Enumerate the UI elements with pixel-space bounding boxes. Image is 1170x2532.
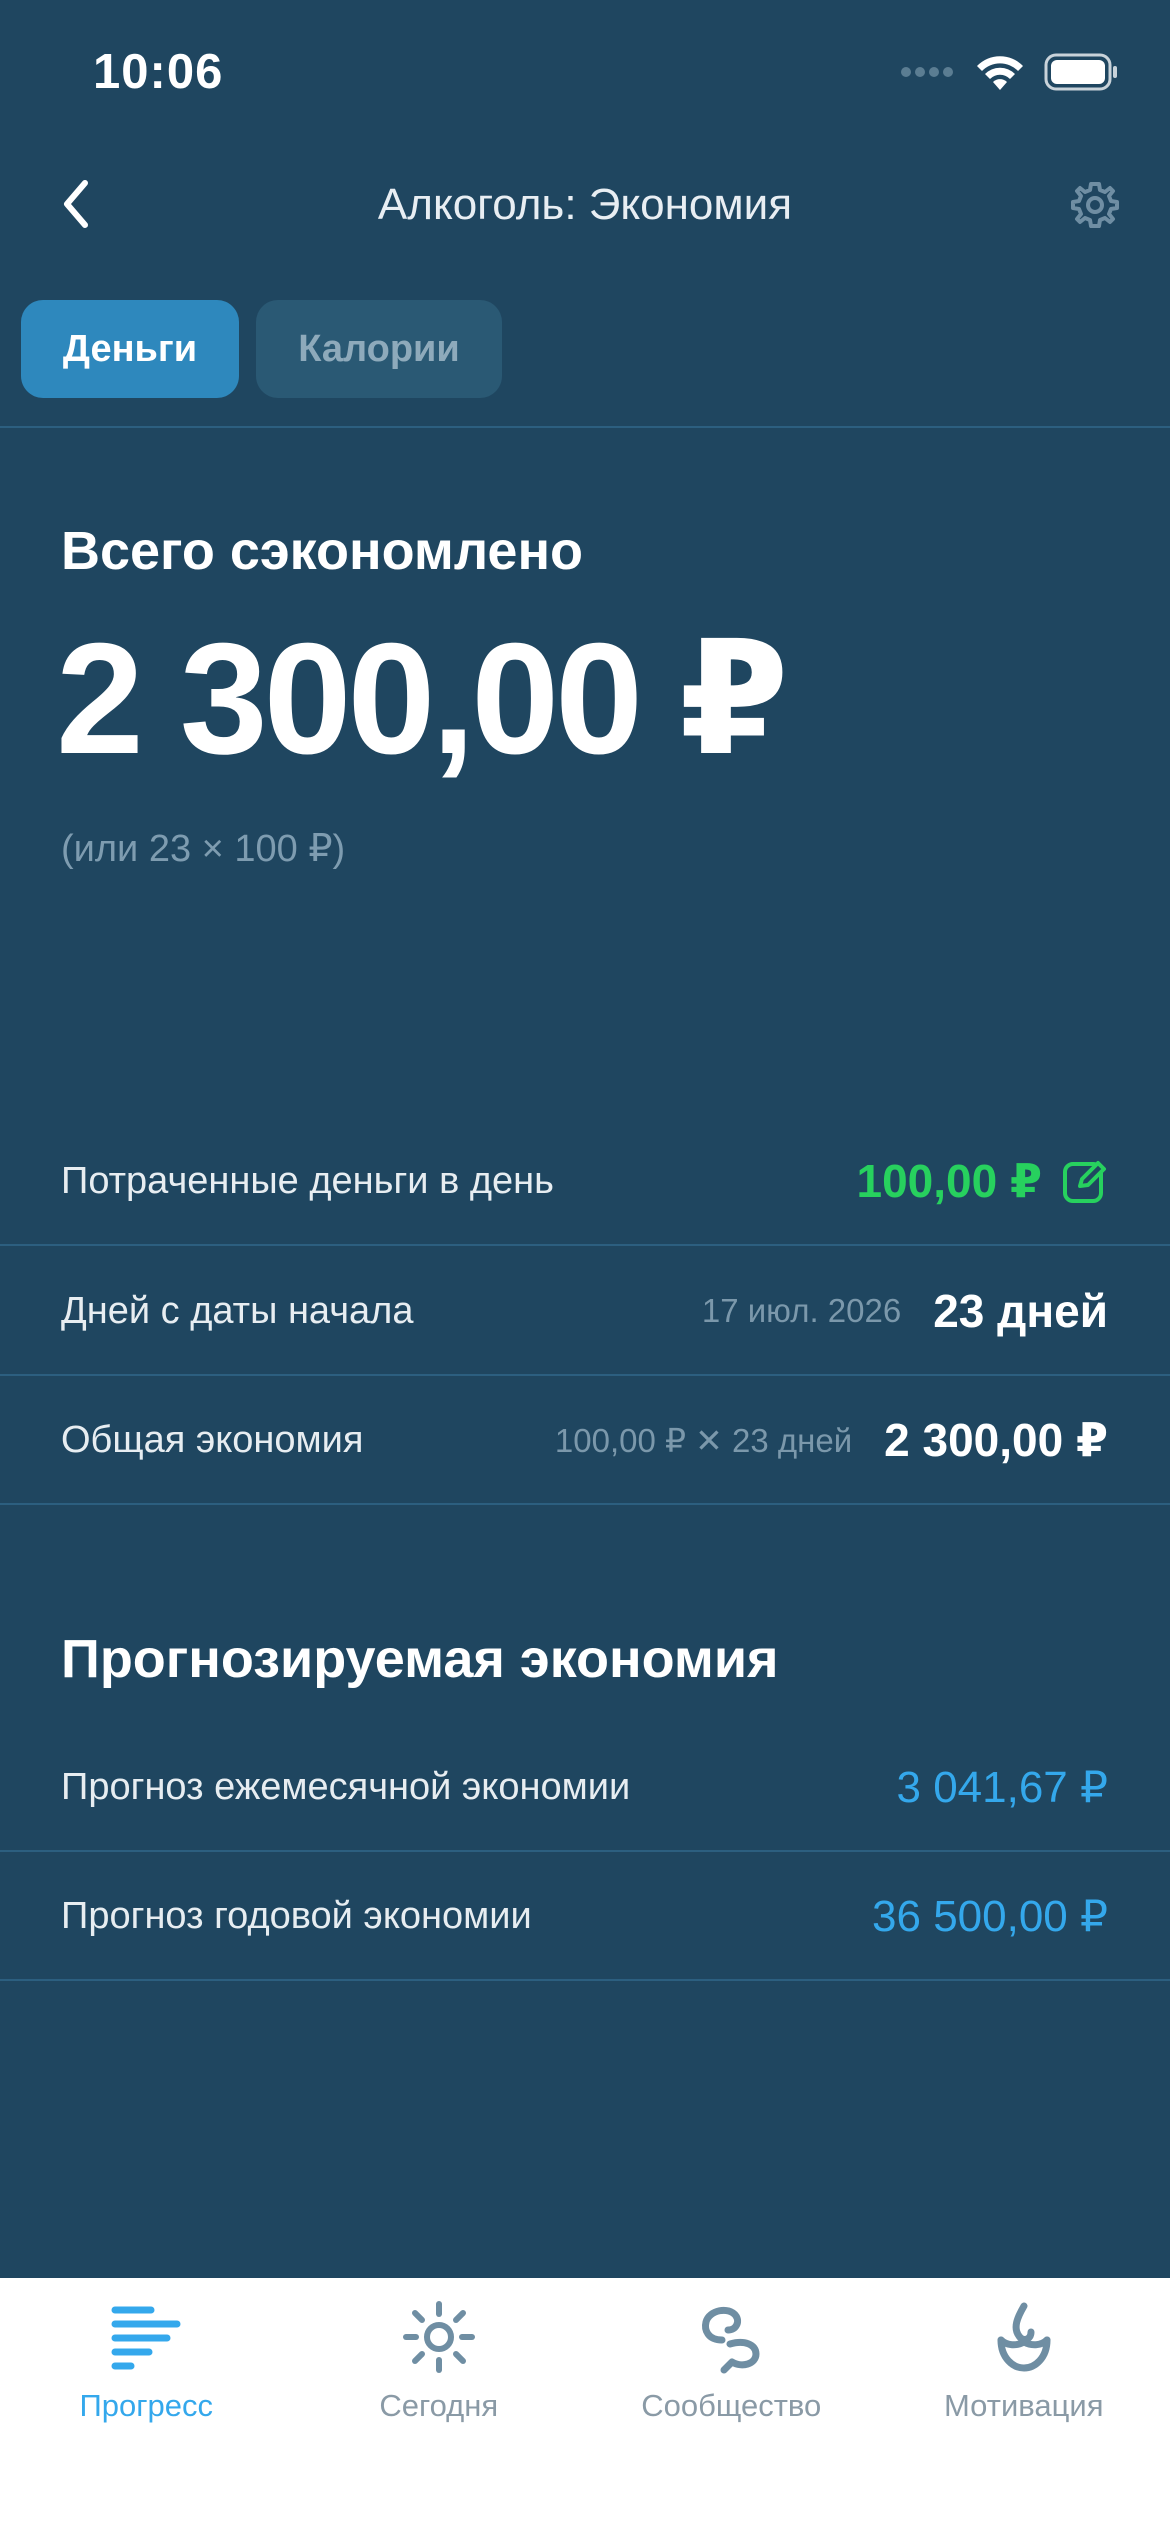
tabbar-label-motivation: Мотивация	[944, 2388, 1104, 2423]
signal-icon	[901, 67, 953, 77]
progress-icon	[111, 2306, 181, 2370]
tabbar-item-motivation[interactable]: Мотивация	[878, 2278, 1170, 2532]
daily-spend-value: 100,00 ₽	[856, 1155, 1042, 1207]
tabbar-label-progress: Прогресс	[79, 2388, 214, 2423]
settings-button[interactable]	[1070, 180, 1120, 230]
status-time: 10:06	[93, 45, 224, 99]
total-savings-value: 2 300,00 ₽	[884, 1414, 1108, 1466]
sun-icon	[402, 2301, 475, 2373]
total-saved-breakdown: (или 23 × 100 ₽)	[61, 828, 346, 870]
total-savings-formula: 100,00 ₽ ✕ 23 дней	[554, 1421, 853, 1459]
battery-icon	[1044, 53, 1117, 91]
monthly-forecast-row: Прогноз ежемесячной экономии 3 041,67 ₽	[0, 1724, 1170, 1852]
daily-spend-label: Потраченные деньги в день	[61, 1159, 554, 1202]
total-saved-amount: 2 300,00 ₽	[56, 611, 789, 787]
bottom-tab-bar: Прогресс Сегодня Сообщество Мотивация	[0, 2278, 1170, 2532]
motivation-icon	[997, 2302, 1051, 2372]
yearly-forecast-label: Прогноз годовой экономии	[61, 1894, 532, 1937]
total-saved-label: Всего сэкономлено	[61, 521, 584, 581]
days-since-start-row: Дней с даты начала 17 июл. 2026 23 дней	[0, 1248, 1170, 1376]
status-icons	[900, 52, 1118, 92]
tab-calories[interactable]: Калории	[256, 300, 502, 398]
forecast-title: Прогнозируемая экономия	[61, 1629, 779, 1689]
yearly-forecast-value: 36 500,00 ₽	[872, 1891, 1108, 1941]
gear-icon	[1071, 182, 1119, 228]
start-date: 17 июл. 2026	[701, 1292, 902, 1329]
monthly-forecast-label: Прогноз ежемесячной экономии	[61, 1765, 631, 1808]
total-savings-label: Общая экономия	[61, 1418, 364, 1461]
monthly-forecast-value: 3 041,67 ₽	[896, 1762, 1109, 1812]
divider	[0, 426, 1170, 428]
yearly-forecast-row: Прогноз годовой экономии 36 500,00 ₽	[0, 1853, 1170, 1981]
screen: 10:06 Алкоголь: Экономия Деньги Калории …	[0, 0, 1170, 2532]
daily-spend-row: Потраченные деньги в день 100,00 ₽	[0, 1118, 1170, 1246]
wifi-icon	[977, 56, 1023, 90]
edit-icon[interactable]	[1062, 1158, 1108, 1204]
tabbar-item-progress[interactable]: Прогресс	[0, 2278, 293, 2532]
page-title: Алкоголь: Экономия	[377, 180, 793, 229]
total-savings-row: Общая экономия 100,00 ₽ ✕ 23 дней 2 300,…	[0, 1377, 1170, 1505]
days-since-start-label: Дней с даты начала	[61, 1289, 414, 1332]
tabbar-label-community: Сообщество	[641, 2388, 822, 2423]
tabbar-label-today: Сегодня	[379, 2388, 499, 2423]
tabbar-item-community[interactable]: Сообщество	[585, 2278, 878, 2532]
days-count: 23 дней	[933, 1285, 1108, 1337]
segment-tabs: Деньги Калории	[21, 300, 502, 398]
tabbar-item-today[interactable]: Сегодня	[293, 2278, 586, 2532]
community-icon	[702, 2306, 760, 2374]
tab-money[interactable]: Деньги	[21, 300, 239, 398]
